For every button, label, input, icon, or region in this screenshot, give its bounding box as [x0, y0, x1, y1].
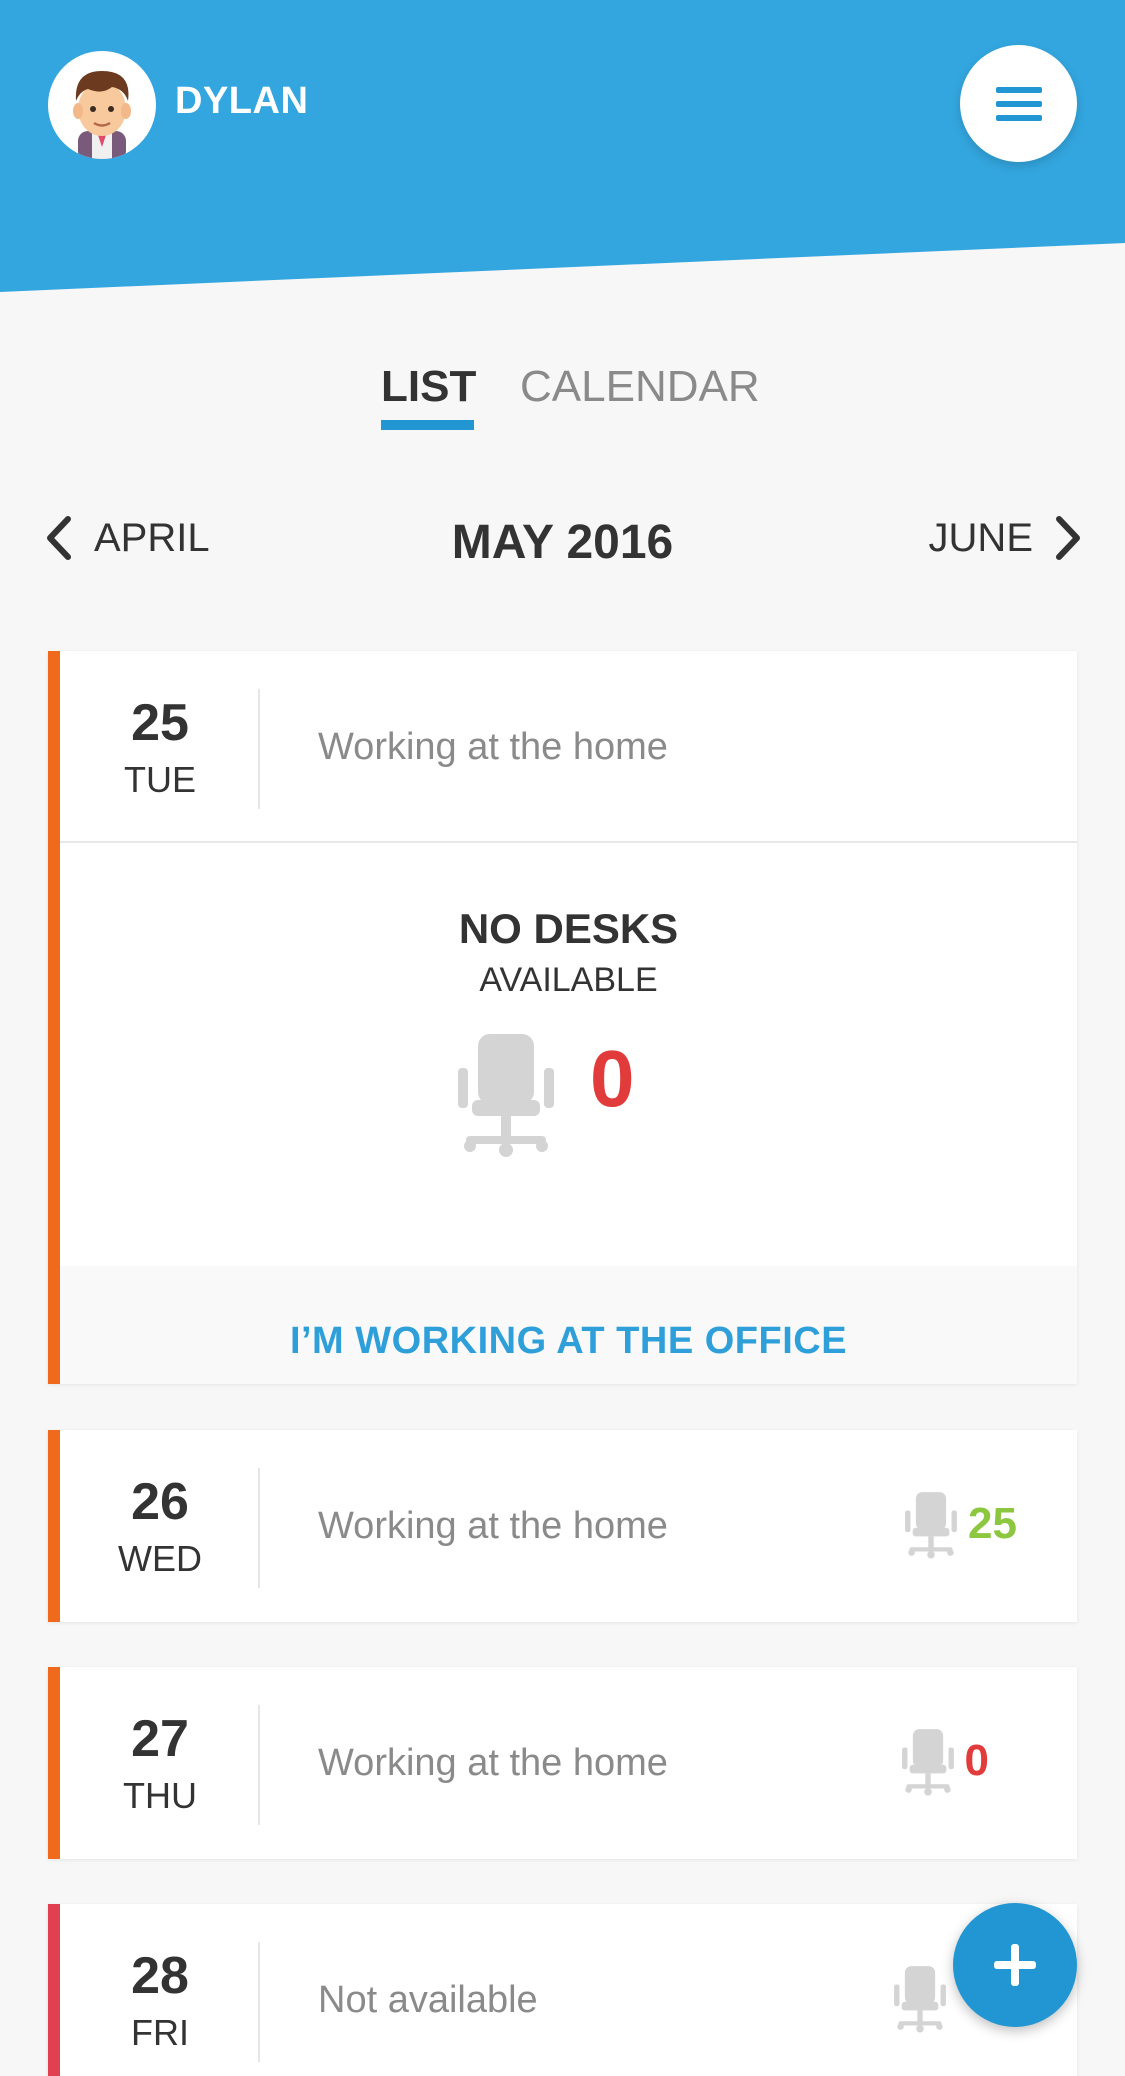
- status-stripe: [48, 1667, 60, 1859]
- office-chair-icon: [905, 1492, 957, 1559]
- office-chair-icon: [901, 1729, 954, 1796]
- status-stripe: [48, 651, 60, 1384]
- boy-avatar-icon: [73, 71, 131, 159]
- weekday: TUE: [124, 759, 196, 800]
- divider: [258, 1468, 260, 1588]
- day-card[interactable]: 28 FRI Not available: [48, 1904, 1077, 2076]
- availability-subtitle: AVAILABLE: [479, 961, 658, 999]
- office-chair-icon: [894, 1966, 946, 2033]
- date-block: 26 WED: [60, 1430, 260, 1620]
- desk-count: 0: [590, 1034, 635, 1123]
- day-card[interactable]: 27 THU Working at the home 0: [48, 1667, 1077, 1859]
- date-block: 28 FRI: [60, 1904, 260, 2076]
- desk-availability-panel: NO DESKS AVAILABLE 0: [60, 841, 1077, 1266]
- user-name: DYLAN: [175, 80, 309, 122]
- weekday: WED: [118, 1538, 202, 1579]
- app-header: DYLAN: [0, 0, 1125, 300]
- divider: [258, 1942, 260, 2062]
- header-background: [0, 0, 1125, 292]
- day-number: 25: [131, 694, 189, 752]
- month-navigation: APRIL MAY 2016 JUNE: [0, 515, 1125, 575]
- avatar[interactable]: [48, 51, 156, 159]
- hamburger-menu-icon: [995, 86, 1042, 121]
- menu-button[interactable]: [960, 45, 1077, 162]
- tab-calendar[interactable]: CALENDAR: [520, 362, 760, 412]
- date-block: 27 THU: [60, 1667, 260, 1857]
- day-number: 27: [131, 1710, 189, 1768]
- weekday: THU: [123, 1775, 197, 1816]
- tab-list[interactable]: LIST: [381, 362, 476, 412]
- divider: [258, 689, 260, 809]
- desk-count: 25: [968, 1499, 1017, 1548]
- add-button[interactable]: [953, 1903, 1077, 2027]
- day-card-expanded[interactable]: 25 TUE Working at the home NO DESKS AVAI…: [48, 651, 1077, 1384]
- next-month-label: JUNE: [928, 515, 1033, 560]
- desk-availability: 25: [904, 1488, 1017, 1560]
- status-stripe: [48, 1904, 60, 2076]
- availability-title: NO DESKS: [458, 905, 679, 952]
- day-number: 26: [131, 1473, 189, 1531]
- next-month-button[interactable]: JUNE: [929, 515, 1083, 561]
- divider: [258, 1705, 260, 1825]
- desk-availability: 0: [901, 1725, 989, 1797]
- active-tab-indicator: [381, 420, 474, 430]
- office-chair-icon: [458, 1034, 554, 1157]
- day-status: Working at the home: [318, 726, 668, 768]
- chevron-right-icon: [1056, 516, 1080, 560]
- weekday: FRI: [131, 2012, 189, 2053]
- day-number: 28: [131, 1947, 189, 2005]
- date-block: 25 TUE: [60, 651, 260, 841]
- plus-icon: [994, 1944, 1036, 1986]
- desk-availability: [893, 1962, 947, 2034]
- desk-count: 0: [964, 1736, 989, 1785]
- day-status: Working at the home: [318, 1742, 668, 1784]
- day-status: Working at the home: [318, 1505, 668, 1547]
- status-stripe: [48, 1430, 60, 1622]
- day-card[interactable]: 26 WED Working at the home 25: [48, 1430, 1077, 1622]
- day-status: Not available: [318, 1979, 538, 2021]
- working-at-office-button[interactable]: I’M WORKING AT THE OFFICE: [60, 1266, 1077, 1384]
